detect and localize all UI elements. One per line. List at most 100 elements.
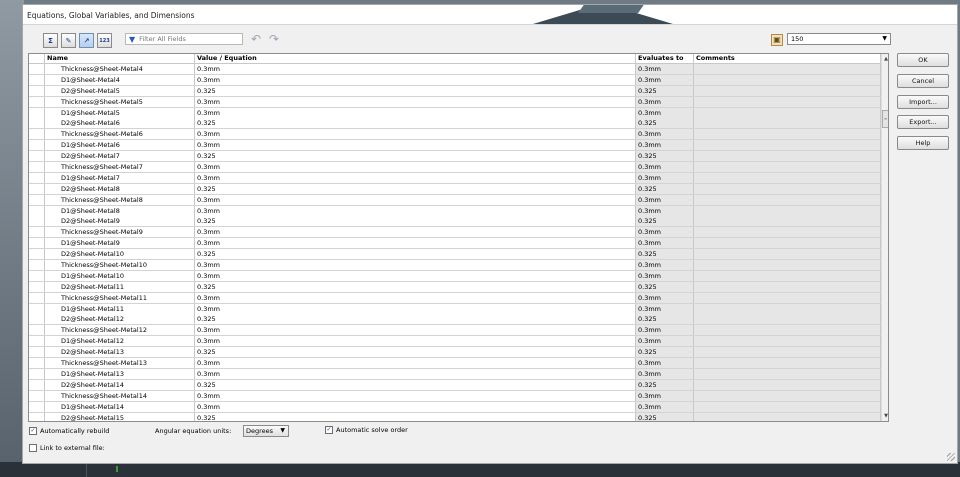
cell-value[interactable]: 0.3mm [195,129,636,140]
cell-name[interactable]: D2@Sheet-Metal6 [45,118,195,129]
cell-value[interactable]: 0.3mm [195,64,636,74]
cell-comments[interactable] [694,74,881,85]
filter-input[interactable] [139,35,240,43]
cell-comments[interactable] [694,205,881,216]
cell-value[interactable]: 0.3mm [195,140,636,151]
table-row[interactable]: D1@Sheet-Metal14 0.3mm 0.3mm [29,401,881,413]
auto-rebuild-checkbox[interactable]: ✓ Automatically rebuild [29,427,109,435]
table-row[interactable]: D1@Sheet-Metal13 0.3mm 0.3mm [29,368,881,380]
table-row[interactable]: Thickness@Sheet-Metal13 0.3mm 0.3mm [29,358,881,369]
cell-comments[interactable] [694,325,881,336]
table-row[interactable]: D1@Sheet-Metal12 0.3mm 0.3mm [29,336,881,348]
table-row[interactable]: Thickness@Sheet-Metal4 0.3mm 0.3mm [29,64,881,75]
cell-value[interactable]: 0.3mm [195,96,636,107]
table-row[interactable]: Thickness@Sheet-Metal14 0.3mm 0.3mm [29,390,881,402]
cell-name[interactable]: Thickness@Sheet-Metal8 [45,194,195,205]
column-header-name[interactable]: Name [45,54,195,64]
checkbox-box[interactable]: ✓ [325,426,333,434]
column-header-value[interactable]: Value / Equation [195,54,636,64]
table-row[interactable]: Thickness@Sheet-Metal12 0.3mm 0.3mm [29,325,881,337]
resize-grip-icon[interactable] [947,453,955,461]
cell-comments[interactable] [694,336,881,347]
import-button[interactable]: Import... [897,95,949,109]
cell-value[interactable]: 0.3mm [195,368,636,379]
cell-comments[interactable] [694,314,881,325]
cell-name[interactable]: D2@Sheet-Metal7 [45,151,195,162]
table-row[interactable]: Thickness@Sheet-Metal5 0.3mm 0.3mm [29,96,881,108]
cell-name[interactable]: D2@Sheet-Metal9 [45,216,195,227]
table-row[interactable]: D1@Sheet-Metal4 0.3mm 0.3mm [29,74,881,86]
cell-name[interactable]: Thickness@Sheet-Metal9 [45,227,195,238]
dimension-view-icon[interactable]: ↗ [79,33,94,48]
scroll-up-icon[interactable]: ▲ [882,55,888,63]
table-row[interactable]: D2@Sheet-Metal13 0.325 0.325 [29,347,881,359]
precision-select[interactable]: 150 ▼ [787,33,891,45]
cell-comments[interactable] [694,270,881,281]
vertical-scrollbar[interactable]: ▲ ≡ ▼ [881,54,888,421]
cell-value[interactable]: 0.3mm [195,358,636,369]
cell-name[interactable]: D1@Sheet-Metal9 [45,238,195,249]
cell-comments[interactable] [694,151,881,162]
cell-comments[interactable] [694,368,881,379]
cell-comments[interactable] [694,172,881,183]
cell-name[interactable]: D2@Sheet-Metal12 [45,314,195,325]
cell-name[interactable]: Thickness@Sheet-Metal12 [45,325,195,336]
scroll-down-icon[interactable]: ▼ [882,412,888,420]
table-row[interactable]: D2@Sheet-Metal6 0.325 0.325 [29,118,881,130]
cell-value[interactable]: 0.3mm [195,74,636,85]
cell-name[interactable]: D1@Sheet-Metal11 [45,303,195,314]
equation-view-icon[interactable]: Σ [43,33,58,48]
cell-comments[interactable] [694,118,881,129]
cell-comments[interactable] [694,85,881,96]
cell-comments[interactable] [694,216,881,227]
cell-value[interactable]: 0.3mm [195,401,636,412]
table-row[interactable]: D2@Sheet-Metal9 0.325 0.325 [29,216,881,228]
cell-value[interactable]: 0.3mm [195,194,636,205]
cell-value[interactable]: 0.325 [195,314,636,325]
help-button[interactable]: Help [897,136,949,150]
cell-comments[interactable] [694,64,881,74]
sketch-equation-view-icon[interactable]: ✎ [61,33,76,48]
table-row[interactable]: D2@Sheet-Metal14 0.325 0.325 [29,379,881,391]
link-external-checkbox[interactable]: Link to external file: [29,444,105,452]
cell-comments[interactable] [694,107,881,118]
table-row[interactable]: D2@Sheet-Metal11 0.325 0.325 [29,281,881,293]
cell-name[interactable]: D2@Sheet-Metal5 [45,85,195,96]
undo-icon[interactable]: ↶ [249,32,263,46]
cell-name[interactable]: Thickness@Sheet-Metal10 [45,260,195,271]
table-row[interactable]: D1@Sheet-Metal5 0.3mm 0.3mm [29,107,881,119]
table-row[interactable]: Thickness@Sheet-Metal7 0.3mm 0.3mm [29,162,881,173]
cell-value[interactable]: 0.325 [195,151,636,162]
column-header-comments[interactable]: Comments [694,54,881,64]
cell-name[interactable]: Thickness@Sheet-Metal11 [45,292,195,303]
cell-name[interactable]: D1@Sheet-Metal5 [45,107,195,118]
cell-value[interactable]: 0.3mm [195,227,636,238]
cell-name[interactable]: Thickness@Sheet-Metal7 [45,162,195,173]
cell-comments[interactable] [694,390,881,401]
cell-name[interactable]: Thickness@Sheet-Metal6 [45,129,195,140]
cell-value[interactable]: 0.325 [195,118,636,129]
cell-value[interactable]: 0.3mm [195,162,636,173]
table-row[interactable]: Thickness@Sheet-Metal6 0.3mm 0.3mm [29,129,881,141]
cell-value[interactable]: 0.325 [195,281,636,292]
cell-value[interactable]: 0.3mm [195,260,636,271]
table-row[interactable]: D2@Sheet-Metal10 0.325 0.325 [29,249,881,261]
table-row[interactable]: Thickness@Sheet-Metal8 0.3mm 0.3mm [29,194,881,206]
cell-value[interactable]: 0.3mm [195,107,636,118]
cell-value[interactable]: 0.325 [195,412,636,421]
scroll-thumb[interactable]: ≡ [882,110,888,128]
cell-value[interactable]: 0.3mm [195,325,636,336]
cell-comments[interactable] [694,347,881,358]
table-row[interactable]: Thickness@Sheet-Metal9 0.3mm 0.3mm [29,227,881,239]
cell-name[interactable]: D1@Sheet-Metal13 [45,368,195,379]
cell-comments[interactable] [694,358,881,369]
cell-value[interactable]: 0.325 [195,85,636,96]
cell-comments[interactable] [694,249,881,260]
table-row[interactable]: D2@Sheet-Metal12 0.325 0.325 [29,314,881,326]
cell-name[interactable]: D2@Sheet-Metal10 [45,249,195,260]
cell-comments[interactable] [694,238,881,249]
cell-value[interactable]: 0.3mm [195,270,636,281]
table-row[interactable]: Thickness@Sheet-Metal10 0.3mm 0.3mm [29,260,881,271]
cell-comments[interactable] [694,379,881,390]
table-row[interactable]: D1@Sheet-Metal9 0.3mm 0.3mm [29,238,881,250]
